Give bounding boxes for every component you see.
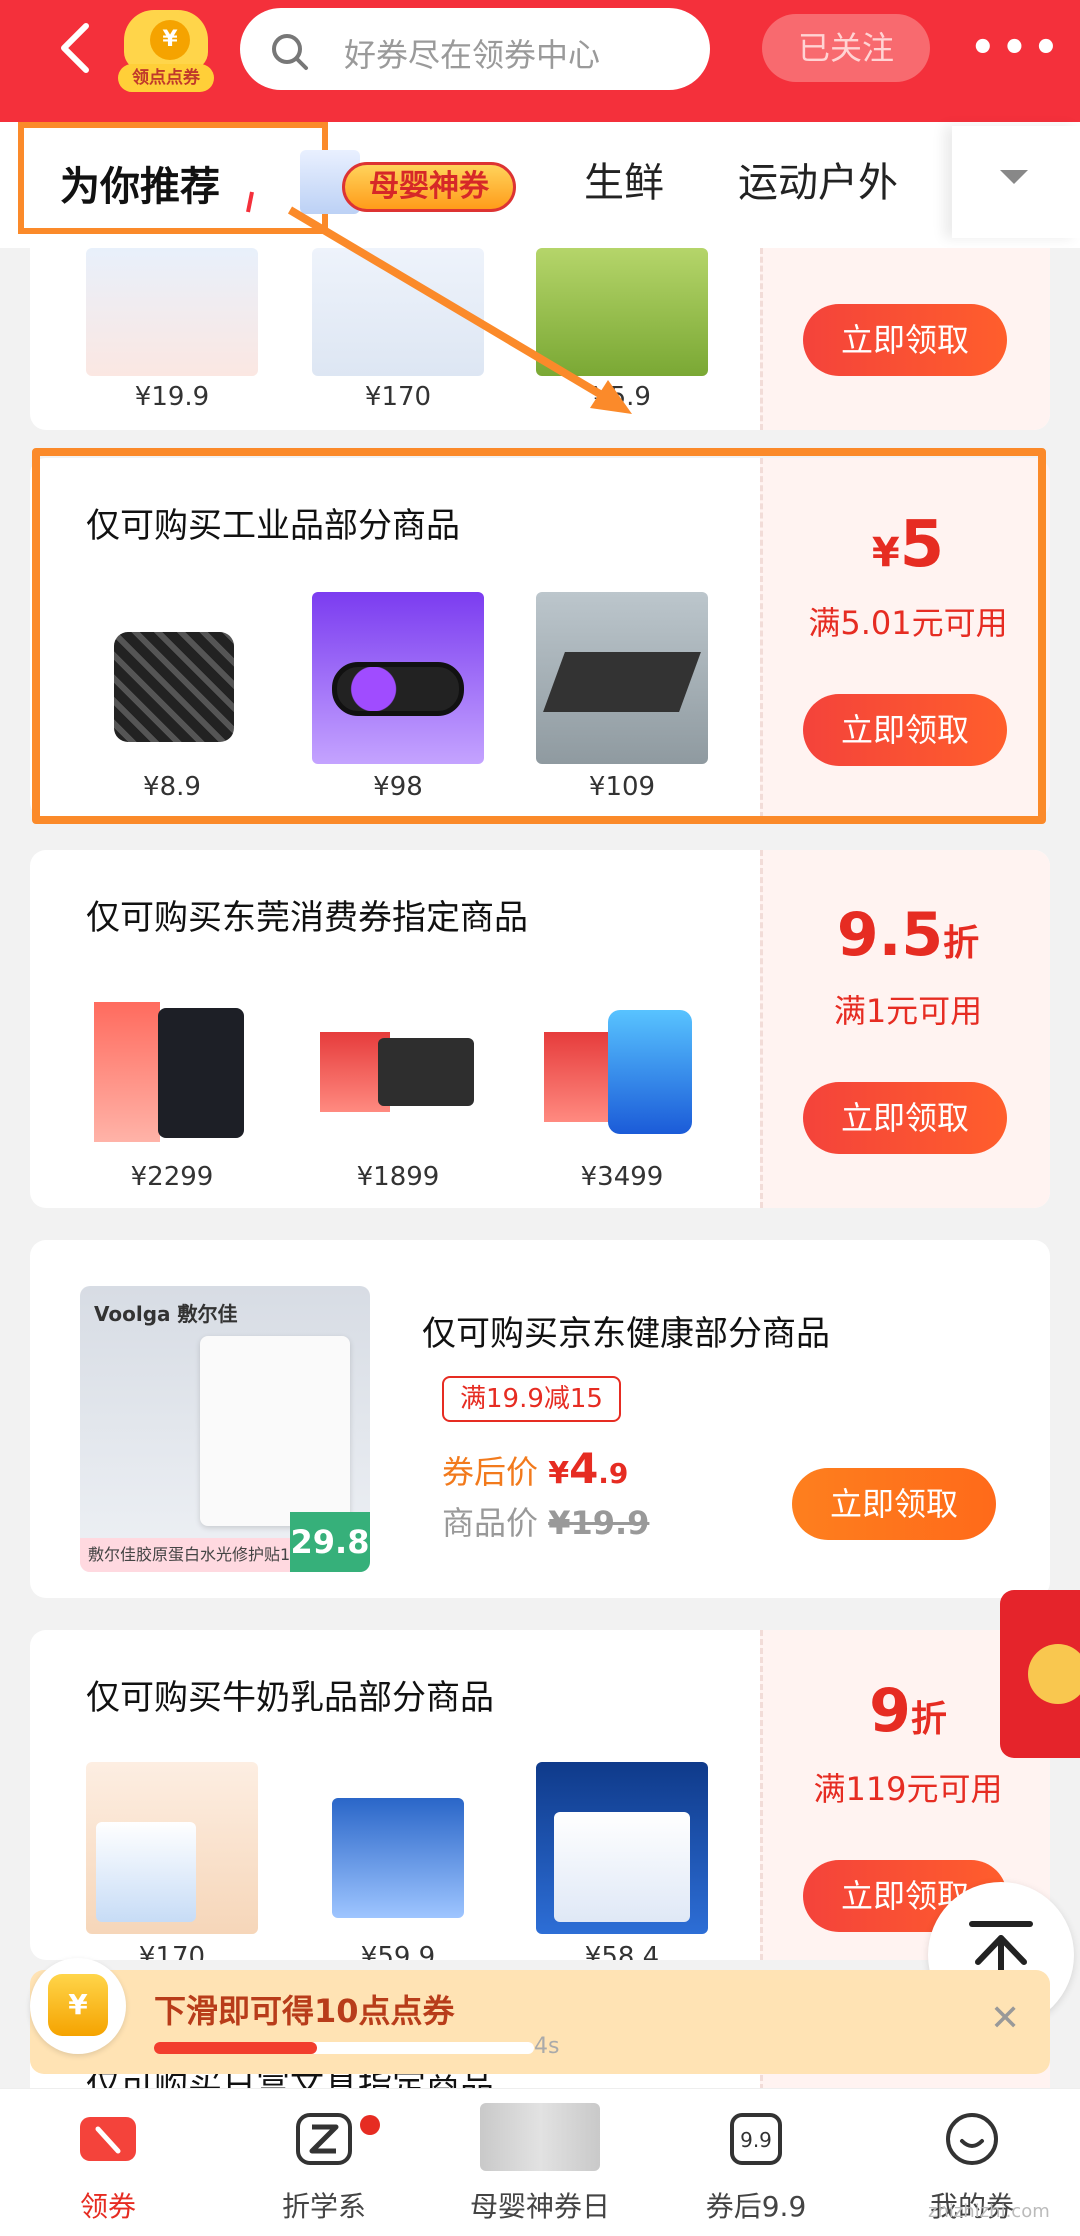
coupon-card-dongguan: 仅可购买东莞消费券指定商品 ¥2299 ¥1899 ¥3499 9.5折 满1元…: [30, 850, 1050, 1208]
product-thumb-yogurt[interactable]: [312, 1762, 484, 1934]
price-tag-icon: 9.9: [730, 2113, 782, 2165]
red-packet-icon[interactable]: [1000, 1590, 1080, 1758]
product-price: ¥59.9: [360, 1942, 436, 1960]
coupon-condition: 满119元可用: [813, 1770, 1003, 1808]
milk-powder-image: [554, 1812, 690, 1922]
product-thumb-phone[interactable]: [536, 982, 708, 1154]
smile-icon: [946, 2113, 998, 2165]
coupon-title: 仅可购买牛奶乳品部分商品: [86, 1678, 494, 1718]
product-thumb-milk[interactable]: [86, 1762, 258, 1934]
nav-after-coupon[interactable]: 9.9 券后9.9: [648, 2089, 864, 2236]
mask-caption: 敷尔佳胶原蛋白水光修护贴1片: [80, 1538, 292, 1572]
scroll-reward-banner: 下滑即可得10点点券 4s ✕: [30, 1970, 1050, 2074]
product-price: ¥58.4: [584, 1942, 660, 1960]
nav-label: 折学系: [281, 2190, 366, 2223]
product-thumb-huawei[interactable]: [312, 982, 484, 1154]
svg-text:9.9: 9.9: [740, 2128, 772, 2152]
product-price: ¥2299: [130, 1162, 214, 1192]
scroll-reward-progress: [154, 2042, 534, 2054]
coupon-title: 仅可购买京东健康部分商品: [422, 1314, 830, 1354]
nav-label: 母婴神券日: [469, 2190, 610, 2223]
product-thumb-mask[interactable]: Voolga 敷尔佳 敷尔佳胶原蛋白水光修护贴1片 29.8: [80, 1286, 370, 1572]
scroll-reward-seconds: 4s: [534, 2034, 560, 2059]
coupon-value-panel: 9.5折 满1元可用 立即领取: [760, 850, 1050, 1208]
promo-stripe: [94, 1002, 160, 1142]
product-thumb-milkpowder[interactable]: [536, 1762, 708, 1934]
nav-label: 券后9.9: [705, 2190, 807, 2223]
red-packet-coin: [1028, 1644, 1080, 1704]
scroll-reward-progress-fill: [154, 2042, 318, 2054]
mask-price-tag: 29.8: [290, 1512, 370, 1572]
claim-button[interactable]: 立即领取: [803, 1082, 1007, 1154]
coupon-condition: 满1元可用: [833, 992, 983, 1030]
nav-zhexue[interactable]: 折学系: [216, 2089, 432, 2236]
discount-badge: 满19.9减15: [442, 1376, 621, 1422]
annotation-arrow-icon: [246, 191, 632, 414]
product-price: ¥3499: [580, 1162, 664, 1192]
product-price: ¥1899: [356, 1162, 440, 1192]
highlight-frame: [32, 448, 1046, 824]
close-icon[interactable]: ✕: [990, 1998, 1020, 2039]
promo-stripe: [544, 1032, 608, 1122]
watermark: zhizhizhi.com: [928, 2201, 1050, 2222]
book-icon: [480, 2103, 600, 2171]
coupon-title: 仅可购买东莞消费券指定商品: [86, 898, 528, 938]
z-icon: [296, 2113, 352, 2165]
scroll-reward-text: 下滑即可得10点点券: [154, 1992, 455, 2030]
original-price: 商品价 ¥19.9: [442, 1504, 650, 1542]
nav-label: 领券: [79, 2190, 136, 2223]
milk-box-image: [96, 1822, 196, 1922]
mask-brand: Voolga 敷尔佳: [94, 1302, 238, 1326]
yogurt-box-image: [332, 1798, 464, 1918]
phone-image: [608, 1010, 692, 1134]
coupon-card-milk: 仅可购买牛奶乳品部分商品 ¥170 ¥59.9 ¥58.4 9折 满119元可用…: [30, 1630, 1050, 1960]
coupon-card-health: Voolga 敷尔佳 敷尔佳胶原蛋白水光修护贴1片 29.8 仅可购买京东健康部…: [30, 1240, 1050, 1598]
claim-button[interactable]: 立即领取: [792, 1468, 996, 1540]
after-coupon-price: 券后价 ¥4.9: [442, 1444, 629, 1493]
coupon-icon: [80, 2117, 136, 2161]
reward-coin-icon: ¥: [30, 1944, 130, 2054]
nav-coupons[interactable]: 领券: [0, 2089, 216, 2236]
product-thumb-oppo[interactable]: [86, 982, 258, 1154]
coupon-value: 9.5折: [836, 900, 980, 970]
mask-package-image: [200, 1336, 350, 1526]
tablet-image: [378, 1038, 474, 1106]
tablet-image: [158, 1008, 244, 1138]
nav-baby-day[interactable]: 母婴神券日: [432, 2089, 648, 2236]
notification-dot: [360, 2115, 380, 2135]
bottom-nav: 领券 折学系 母婴神券日 9.9 券后9.9 我的券 zhizhizhi.com: [0, 2088, 1080, 2236]
